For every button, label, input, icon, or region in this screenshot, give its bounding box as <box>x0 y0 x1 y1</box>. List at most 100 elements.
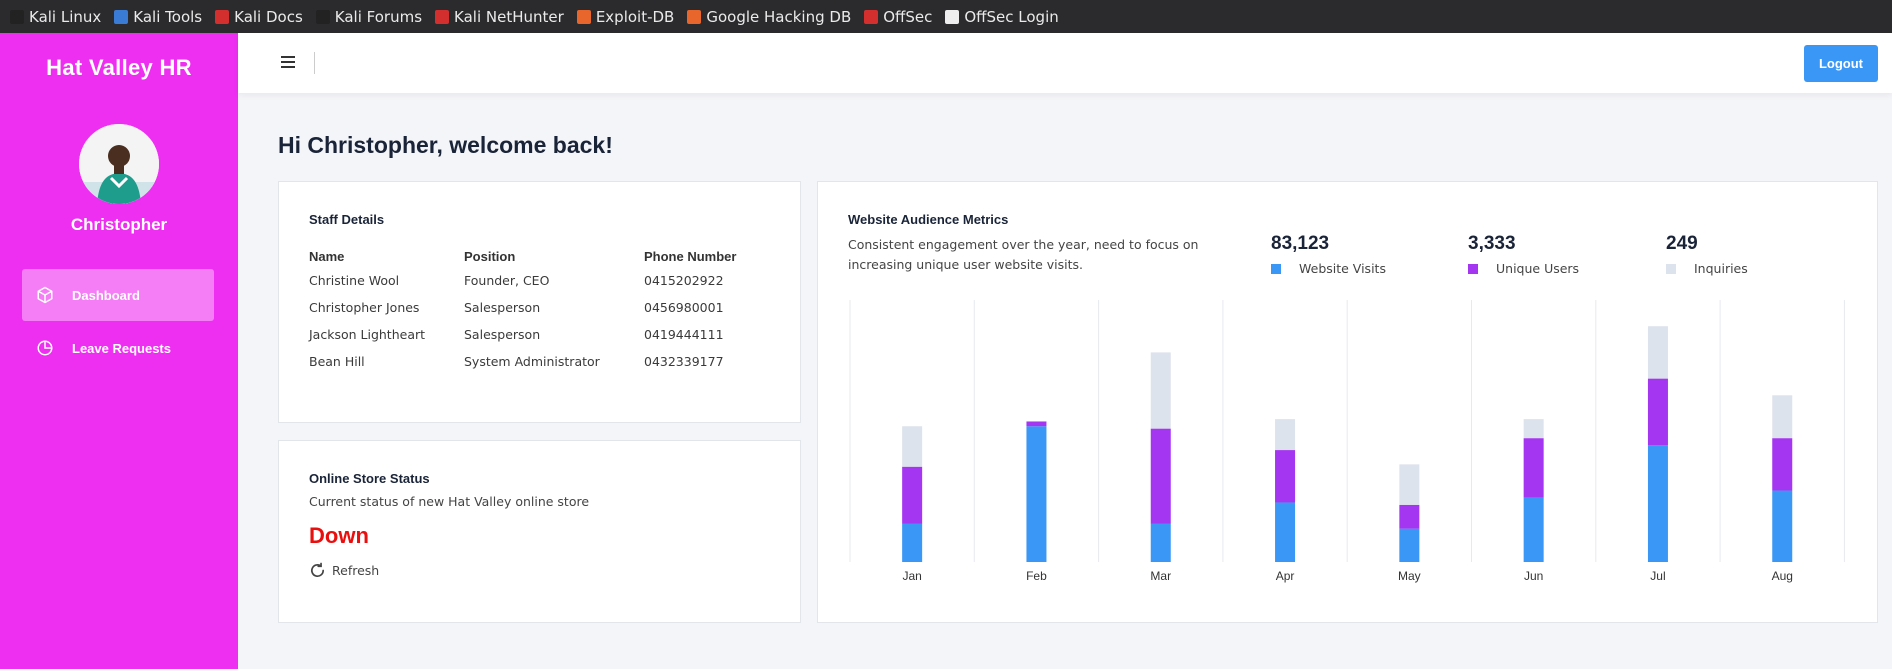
x-tick-label: Jan <box>902 569 921 583</box>
divider <box>314 52 315 74</box>
exploit-db-icon <box>576 9 591 24</box>
bar-may-inquiries <box>1399 464 1420 505</box>
stat-website-visits: 83,123 Website Visits <box>1271 233 1386 276</box>
table-row: Jackson Lightheart Salesperson 041944411… <box>309 321 764 348</box>
bar-jul-inquiries <box>1647 326 1668 379</box>
sidebar-item-label: Dashboard <box>72 287 140 303</box>
staff-phone: 0432339177 <box>644 354 724 369</box>
menu-icon[interactable] <box>281 56 295 68</box>
table-header-row: Name Position Phone Number <box>309 245 764 267</box>
x-tick-label: May <box>1398 569 1421 583</box>
bookmark-label: Kali Forums <box>334 7 423 26</box>
pie-chart-icon <box>36 339 54 357</box>
bookmark-kali-forums[interactable]: Kali Forums <box>315 7 423 26</box>
table-row: Bean Hill System Administrator 043233917… <box>309 348 764 375</box>
sidebar-item-leave-requests[interactable]: Leave Requests <box>22 322 214 374</box>
refresh-icon <box>311 562 325 578</box>
bookmarks-bar: Kali Linux Kali Tools Kali Docs Kali Forums… <box>0 0 1892 33</box>
staff-phone: 0419444111 <box>644 327 724 342</box>
bar-mar-website-visits <box>1150 523 1171 562</box>
card-title: Website Audience Metrics <box>848 212 1009 227</box>
stat-inquiries: 249 Inquiries <box>1666 233 1748 276</box>
bar-mar-unique-users <box>1150 428 1171 524</box>
staff-name: Bean Hill <box>309 354 365 369</box>
nethunter-icon <box>435 9 450 24</box>
card-title: Online Store Status <box>309 471 430 486</box>
bar-jun-website-visits <box>1523 497 1544 562</box>
offsec-login-icon <box>945 9 960 24</box>
staff-table: Name Position Phone Number Christine Woo… <box>309 245 764 375</box>
kali-tools-icon <box>114 9 129 24</box>
bar-jul-unique-users <box>1647 378 1668 446</box>
sidebar-item-dashboard[interactable]: Dashboard <box>22 269 214 321</box>
user-name: Christopher <box>70 215 168 234</box>
stat-value: 249 <box>1666 233 1698 254</box>
store-status-description: Current status of new Hat Valley online … <box>309 494 590 509</box>
card-title: Staff Details <box>309 212 385 227</box>
staff-position: Founder, CEO <box>464 273 550 288</box>
legend-swatch <box>1271 263 1281 274</box>
bar-mar-inquiries <box>1150 352 1171 429</box>
column-header: Phone Number <box>644 248 737 264</box>
stat-label: Inquiries <box>1694 261 1748 276</box>
bookmark-label: Exploit-DB <box>595 7 675 26</box>
stat-label: Unique Users <box>1496 261 1580 276</box>
bar-jul-website-visits <box>1647 445 1668 562</box>
staff-name: Jackson Lightheart <box>309 327 426 342</box>
legend-swatch <box>1468 263 1478 274</box>
bar-may-website-visits <box>1399 528 1420 562</box>
kali-forums-icon <box>315 9 330 24</box>
staff-name: Christine Wool <box>309 273 400 288</box>
bookmark-exploit-db[interactable]: Exploit-DB <box>576 7 675 26</box>
brand-title: Hat Valley HR <box>46 55 192 80</box>
bookmark-label: Google Hacking DB <box>706 7 852 26</box>
bar-jan-inquiries <box>902 426 923 467</box>
bar-may-unique-users <box>1399 504 1420 529</box>
bookmark-label: Kali Tools <box>133 7 203 26</box>
ghdb-icon <box>687 9 702 24</box>
bar-apr-website-visits <box>1275 502 1296 562</box>
bookmark-offsec-login[interactable]: OffSec Login <box>945 7 1059 26</box>
sidebar-item-label: Leave Requests <box>72 340 171 356</box>
audience-bar-chart: Jan Feb Mar Apr May Jun Jul Aug <box>849 300 1845 583</box>
bookmark-google-hacking-db[interactable]: Google Hacking DB <box>687 8 851 26</box>
bookmark-kali-linux[interactable]: Kali Linux <box>10 8 101 26</box>
bookmark-label: OffSec Login <box>964 7 1059 26</box>
bar-apr-unique-users <box>1275 450 1296 503</box>
column-header: Name <box>309 248 345 264</box>
stat-value: 83,123 <box>1271 233 1330 254</box>
bar-jan-website-visits <box>902 523 923 562</box>
bar-feb-unique-users <box>1026 421 1047 427</box>
staff-position: System Administrator <box>464 354 600 369</box>
bookmark-kali-tools[interactable]: Kali Tools <box>114 8 202 26</box>
refresh-label: Refresh <box>332 563 380 578</box>
store-status-card: Online Store Status Current status of ne… <box>278 440 801 623</box>
x-tick-label: Feb <box>1026 569 1047 583</box>
table-row: Christine Wool Founder, CEO 0415202922 <box>309 267 764 294</box>
stat-value: 3,333 <box>1468 233 1516 254</box>
bar-feb-website-visits <box>1026 426 1047 562</box>
bar-apr-inquiries <box>1275 419 1296 451</box>
store-status-value: Down <box>309 523 369 548</box>
staff-position: Salesperson <box>464 300 541 315</box>
staff-details-card: Staff Details Name Position Phone Number… <box>278 181 801 423</box>
bookmark-label: Kali Linux <box>29 7 102 26</box>
metrics-description: Consistent engagement over the year, nee… <box>848 237 1199 272</box>
bookmark-kali-nethunter[interactable]: Kali NetHunter <box>435 8 564 26</box>
legend-swatch <box>1666 263 1676 274</box>
bookmark-label: Kali NetHunter <box>454 7 564 26</box>
refresh-button[interactable]: Refresh <box>309 562 379 579</box>
x-tick-label: Apr <box>1276 569 1295 583</box>
staff-phone: 0415202922 <box>644 273 724 288</box>
sidebar: Hat Valley HR Christopher Dashboard Leav… <box>0 33 238 669</box>
column-header: Position <box>464 248 516 264</box>
logout-button[interactable]: Logout <box>1804 45 1878 82</box>
table-row: Christopher Jones Salesperson 0456980001 <box>309 294 764 321</box>
bookmark-label: OffSec <box>883 7 933 26</box>
stat-unique-users: 3,333 Unique Users <box>1468 233 1579 276</box>
bookmark-offsec[interactable]: OffSec <box>864 8 932 26</box>
kali-dragon-icon <box>10 9 24 24</box>
kali-docs-icon <box>215 9 230 24</box>
staff-phone: 0456980001 <box>644 300 724 315</box>
bookmark-kali-docs[interactable]: Kali Docs <box>215 8 303 26</box>
